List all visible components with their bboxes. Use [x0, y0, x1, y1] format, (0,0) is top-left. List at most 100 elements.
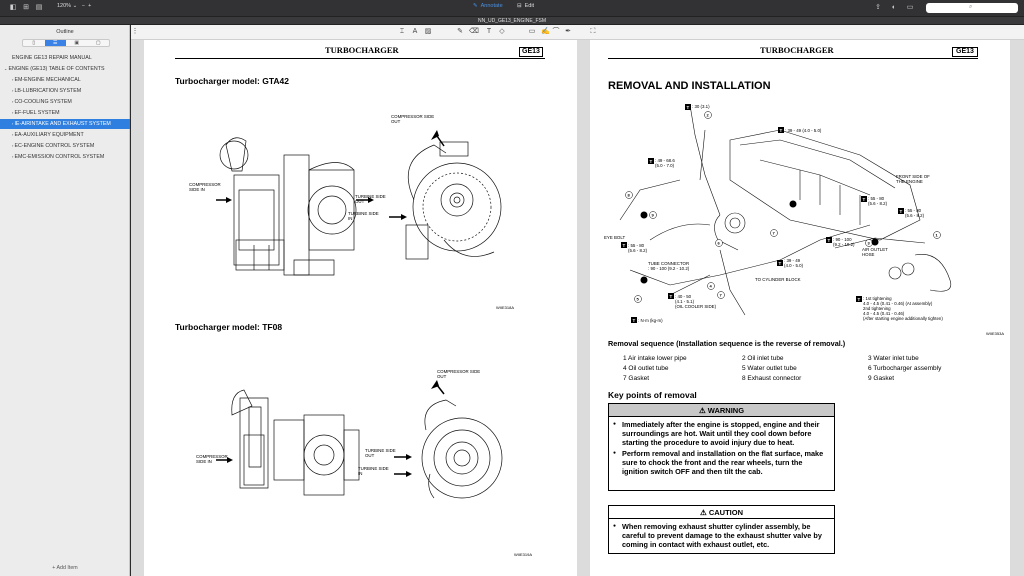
add-item-button[interactable]: + Add Item	[0, 565, 130, 571]
pen-icon: ✎	[473, 3, 478, 9]
text-select-icon[interactable]: ⌶	[398, 28, 406, 36]
document-titlebar: NN_UD_GE13_ENGINE_FSM	[0, 16, 1024, 25]
pen-tool-icon[interactable]: ✎	[456, 28, 464, 36]
parts-list-item: 9 Gasket	[868, 375, 895, 382]
highlight-icon[interactable]: ▨	[424, 28, 432, 36]
turbine-in-label: TURBINE SIDE IN	[348, 211, 379, 221]
eraser-icon[interactable]: ⌫	[469, 28, 479, 36]
outline-item[interactable]: › EA-AUXILIARY EQUIPMENT	[0, 130, 130, 140]
svg-text:T: T	[623, 243, 626, 248]
removal-sequence-heading: Removal sequence (Installation sequence …	[608, 339, 846, 348]
removal-diagram: 8 2 9 6 4 5 7 7 3 1 TTT TTT TTT TT	[619, 104, 952, 323]
key-points-heading: Key points of removal	[608, 390, 697, 400]
svg-text:T: T	[779, 261, 782, 266]
sidebar-heading: Outline	[56, 29, 74, 35]
outline-item[interactable]: › EC-ENGINE CONTROL SYSTEM	[0, 141, 130, 151]
font-icon[interactable]: A	[411, 28, 419, 36]
air-outlet-hose-label: AIR OUTLET HOSE	[862, 247, 888, 257]
handle-icon[interactable]: ⋮	[131, 28, 139, 36]
torque-label: : 30 (3.1)	[692, 104, 710, 109]
pages-tab[interactable]: ▢	[88, 40, 110, 46]
comment-icon[interactable]: ▭	[528, 28, 536, 36]
outline-item[interactable]: ⌄ ENGINE (GE13) TABLE OF CONTENTS	[0, 64, 130, 74]
torque-label: : 49 - 68.6 (5.0 - 7.0)	[655, 158, 675, 168]
search-icon: ⌕	[969, 4, 973, 10]
shape-icon[interactable]: ◇	[498, 28, 506, 36]
outline-item[interactable]: › CO-COOLING SYSTEM	[0, 97, 130, 107]
torque-label: : 90 - 100 (9.2 - 10.2)	[648, 266, 690, 271]
edit-button[interactable]: ⊟ Edit	[517, 3, 534, 9]
svg-text:T: T	[900, 209, 903, 214]
text-tool-icon[interactable]: T	[485, 28, 493, 36]
annotate-button[interactable]: ✎ Annotate	[473, 3, 503, 9]
sidebar-tabs: ▯ ☰ ▣ ▢	[22, 39, 110, 47]
outline-tab[interactable]: ☰	[44, 40, 66, 46]
outline-sidebar: Outline ▯ ☰ ▣ ▢ ENGINE GE13 REPAIR MANUA…	[0, 25, 130, 576]
parts-list-item: 7 Gasket	[623, 375, 650, 382]
svg-text:T: T	[780, 128, 783, 133]
unit-label: : N·m (kg-m)	[638, 318, 663, 323]
warning-item: Perform removal and installation on the …	[613, 449, 830, 476]
right-page: TURBOCHARGER GE13 REMOVAL AND INSTALLATI…	[590, 40, 1010, 576]
parts-list-item: 1 Air intake lower pipe	[623, 355, 687, 362]
sidebar-toggle-icon[interactable]: ◧	[9, 4, 17, 12]
turbine-in-label: TURBINE SIDE IN	[358, 466, 389, 476]
page-view-icon[interactable]: ▤	[35, 4, 43, 12]
compressor-out-label: COMPRESSOR SIDE OUT	[391, 114, 435, 124]
bookmark-tab[interactable]: ▯	[23, 40, 45, 46]
parts-list-item: 3 Water inlet tube	[868, 355, 919, 362]
crop-icon[interactable]: ⛶	[589, 28, 597, 36]
svg-text:T: T	[633, 318, 636, 323]
warning-item: Immediately after the engine is stopped,…	[613, 420, 830, 447]
outline-item[interactable]: › EMC-EMISSION CONTROL SYSTEM	[0, 152, 130, 162]
app-toolbar: ◧ ⊞ ▤ 120% ⌄ − + ✎ Annotate ⊟ Edit ⇪ ◐ ▭ ⌕	[0, 0, 1024, 16]
torque-label: : 39 - 49 (4.0 - 5.0)	[785, 128, 822, 133]
edit-label: Edit	[524, 3, 535, 9]
eye-bolt-label: EYE BOLT	[604, 235, 626, 240]
parts-list-item: 5 Water outlet tube	[742, 365, 797, 372]
svg-text:T: T	[687, 105, 690, 110]
search-input[interactable]: ⌕	[926, 3, 1018, 13]
toggle-icon[interactable]: ◐	[890, 4, 898, 12]
parts-list-item: 6 Turbocharger assembly	[868, 365, 942, 372]
outline-item[interactable]: › LB-LUBRICATION SYSTEM	[0, 86, 130, 96]
thumbnail-tab[interactable]: ▣	[66, 40, 88, 46]
grid-view-icon[interactable]: ⊞	[22, 4, 30, 12]
share-icon[interactable]: ⇪	[874, 4, 882, 12]
svg-text:T: T	[863, 197, 866, 202]
edit-icon: ⊟	[517, 3, 522, 9]
document-area: ⋮ ⌶ A ▨ ✎ ⌫ T ◇ ▭ ✍ ⌒ ✒ ⛶ TURBOCHARGER G…	[131, 25, 1024, 576]
color-icon[interactable]: ✒	[564, 28, 572, 36]
outline-item-selected[interactable]: › IE-AIRINTAKE AND EXHAUST SYSTEM	[0, 119, 130, 129]
tightening-label: : 1st tightening 4.0 - 4.5 (0.41 - 0.46)…	[863, 296, 943, 321]
document-title: NN_UD_GE13_ENGINE_FSM	[477, 18, 547, 24]
compressor-out-label: COMPRESSOR SIDE OUT	[437, 369, 481, 379]
turbine-out-label: TURBINE SIDE OUT	[355, 194, 386, 204]
svg-text:T: T	[670, 294, 673, 299]
caution-icon: ⚠	[700, 508, 707, 517]
sign-icon[interactable]: ✍	[541, 28, 550, 36]
front-side-label: FRONT SIDE OF THE ENGINE	[896, 174, 930, 184]
inspector-icon[interactable]: ▭	[906, 4, 914, 12]
zoom-menu[interactable]: 120% ⌄ − +	[57, 3, 91, 9]
markup-toolbar: ⋮ ⌶ A ▨ ✎ ⌫ T ◇ ▭ ✍ ⌒ ✒ ⛶	[131, 25, 1024, 40]
torque-label: : 55 - 80 (5.6 - 8.2)	[868, 196, 888, 206]
figure-code: WIIE353A	[986, 331, 1005, 336]
parts-list-item: 2 Oil inlet tube	[742, 355, 784, 362]
turbine-out-label: TURBINE SIDE OUT	[365, 448, 396, 458]
outline-item[interactable]: › EM-ENGINE MECHANICAL	[0, 75, 130, 85]
parts-list-item: 4 Oil outlet tube	[623, 365, 669, 372]
left-page: TURBOCHARGER GE13 Turbocharger model: GT…	[144, 40, 577, 576]
svg-text:T: T	[650, 159, 653, 164]
warning-icon: ⚠	[698, 406, 706, 415]
annotate-label: Annotate	[480, 3, 503, 9]
parts-list-item: 8 Exhaust connector	[742, 375, 802, 382]
compressor-in-label: COMPRESSOR SIDE IN	[189, 182, 221, 192]
torque-label: : 39 - 49 (4.0 - 5.0)	[784, 258, 804, 268]
cylinder-block-label: TO CYLINDER BLOCK	[755, 277, 801, 282]
svg-text:T: T	[828, 238, 831, 243]
draw-icon[interactable]: ⌒	[552, 28, 560, 36]
outline-item[interactable]: ENGINE GE13 REPAIR MANUAL	[0, 53, 130, 63]
svg-text:T: T	[858, 297, 861, 302]
outline-item[interactable]: › EF-FUEL SYSTEM	[0, 108, 130, 118]
